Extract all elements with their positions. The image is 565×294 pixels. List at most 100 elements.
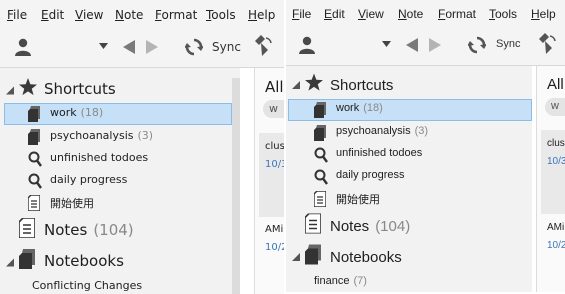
sync-button-label[interactable]: Sync [212,40,241,54]
note-list-pane: All w clus 10/3 AMi 10/2 [536,66,565,292]
notebook-icon [305,244,321,270]
shortcut-item-getting-started[interactable]: 開始使用 [0,192,232,214]
notes-header[interactable]: Notes (104) [286,212,526,239]
note-card-date: 10/2 [265,242,284,253]
note-card-title: AMi [547,222,565,233]
note-card-date: 10/3 [265,159,284,170]
back-arrow-icon[interactable] [405,38,419,52]
shortcut-item-unfinished-todoes[interactable]: unfinished todoes [286,144,524,166]
account-dropdown-icon[interactable] [98,42,108,50]
back-arrow-icon[interactable] [122,40,136,54]
shortcut-label: psychoanalysis [50,129,134,142]
shortcut-label: 開始使用 [336,194,380,206]
notes-heading: Notes [330,217,370,235]
shortcut-item-work[interactable]: work (18) [286,99,532,121]
search-icon [314,147,328,168]
notebook-count: (7) [353,275,367,287]
notes-heading: Notes [44,221,88,239]
shortcut-label: work [336,102,360,114]
filter-chip[interactable]: w [263,100,284,118]
notebook-label: finance [314,275,350,287]
collapse-arrow-icon[interactable] [6,80,14,99]
satellite-icon[interactable] [252,35,274,57]
sidebar: Shortcuts work (18) psychoanalysis (3) unf… [286,66,532,292]
toolbar: Sync [286,26,565,66]
menu-help[interactable]: Help [248,7,275,23]
collapse-arrow-icon[interactable] [292,248,300,266]
notebooks-header[interactable]: Notebooks [286,244,526,270]
notebook-icon [314,125,326,146]
sync-icon[interactable] [467,35,487,55]
notebook-label: Conflicting Changes [32,279,143,292]
menu-edit[interactable]: Edit [324,6,345,22]
menu-tools[interactable]: Tools [206,7,236,23]
shortcut-label: daily progress [336,169,405,181]
shortcut-item-psychoanalysis[interactable]: psychoanalysis (3) [0,126,232,148]
star-icon [19,78,37,100]
forward-arrow-icon[interactable] [145,40,159,54]
shortcut-label: daily progress [50,173,128,186]
menu-view[interactable]: View [75,7,103,23]
note-card-date: 10/3 [547,156,565,167]
note-card-title: clus [265,141,284,152]
note-icon [18,217,36,242]
account-dropdown-icon[interactable] [381,40,391,48]
notebook-item[interactable]: Conflicting Changes [0,276,232,294]
shortcut-label: unfinished todoes [50,151,149,164]
shortcuts-header[interactable]: Shortcuts [0,78,232,100]
shortcut-label: psychoanalysis [336,125,411,137]
evernote-window-a: File Edit View Note Format Tools Help Sy… [0,0,284,294]
menu-help[interactable]: Help [531,6,556,22]
shortcut-item-unfinished-todoes[interactable]: unfinished todoes [0,148,232,170]
sidebar-scrollbar[interactable] [232,78,240,294]
shortcuts-heading: Shortcuts [44,80,116,98]
menu-edit[interactable]: Edit [41,7,64,23]
note-card[interactable]: clus 10/3 [259,133,284,217]
shortcut-item-work[interactable]: work (18) [0,103,232,125]
menu-note[interactable]: Note [115,7,143,23]
shortcut-item-daily-progress[interactable]: daily progress [0,170,232,192]
note-card[interactable]: clus 10/3 [541,130,565,214]
notebook-icon [28,129,40,149]
menu-bar: File Edit View Note Format Tools Help [286,0,565,28]
shortcut-label: unfinished todoes [336,147,423,159]
shortcuts-header[interactable]: Shortcuts [286,73,526,96]
collapse-arrow-icon[interactable] [292,76,300,94]
menu-format[interactable]: Format [438,6,476,22]
filter-chip[interactable]: w [545,98,565,116]
search-icon [28,173,42,193]
menu-format[interactable]: Format [155,7,197,23]
shortcut-count: (18) [80,106,104,119]
notebooks-heading: Notebooks [44,252,124,270]
menu-note[interactable]: Note [398,6,423,22]
notebook-item-finance[interactable]: finance (7) [286,272,524,292]
shortcut-item-psychoanalysis[interactable]: psychoanalysis (3) [286,122,524,144]
menu-view[interactable]: View [358,6,384,22]
notes-header[interactable]: Notes (104) [0,217,232,242]
sync-icon[interactable] [184,37,204,57]
user-avatar-icon[interactable] [298,35,316,55]
shortcut-item-getting-started[interactable]: 開始使用 [286,188,524,210]
note-icon [304,212,322,239]
notebooks-heading: Notebooks [330,248,402,266]
sync-button-label[interactable]: Sync [496,38,520,50]
notes-count: (104) [93,221,134,239]
collapse-arrow-icon[interactable] [6,252,14,271]
menu-tools[interactable]: Tools [489,6,517,22]
satellite-icon[interactable] [536,33,558,55]
note-icon [27,194,41,215]
note-card[interactable]: AMi 10/2 [259,218,284,278]
menu-file[interactable]: File [7,7,27,23]
search-icon [314,169,328,190]
shortcut-label: 開始使用 [50,197,94,210]
note-list-title: All [265,78,284,96]
menu-file[interactable]: File [292,6,311,22]
note-card[interactable]: AMi 10/2 [541,216,565,276]
shortcut-label: work [50,106,77,119]
user-avatar-icon[interactable] [14,37,32,57]
shortcut-count: (3) [414,125,429,137]
forward-arrow-icon[interactable] [428,38,442,52]
shortcut-item-daily-progress[interactable]: daily progress [286,166,524,188]
note-card-title: clus [547,138,565,149]
notebooks-header[interactable]: Notebooks [0,249,232,273]
